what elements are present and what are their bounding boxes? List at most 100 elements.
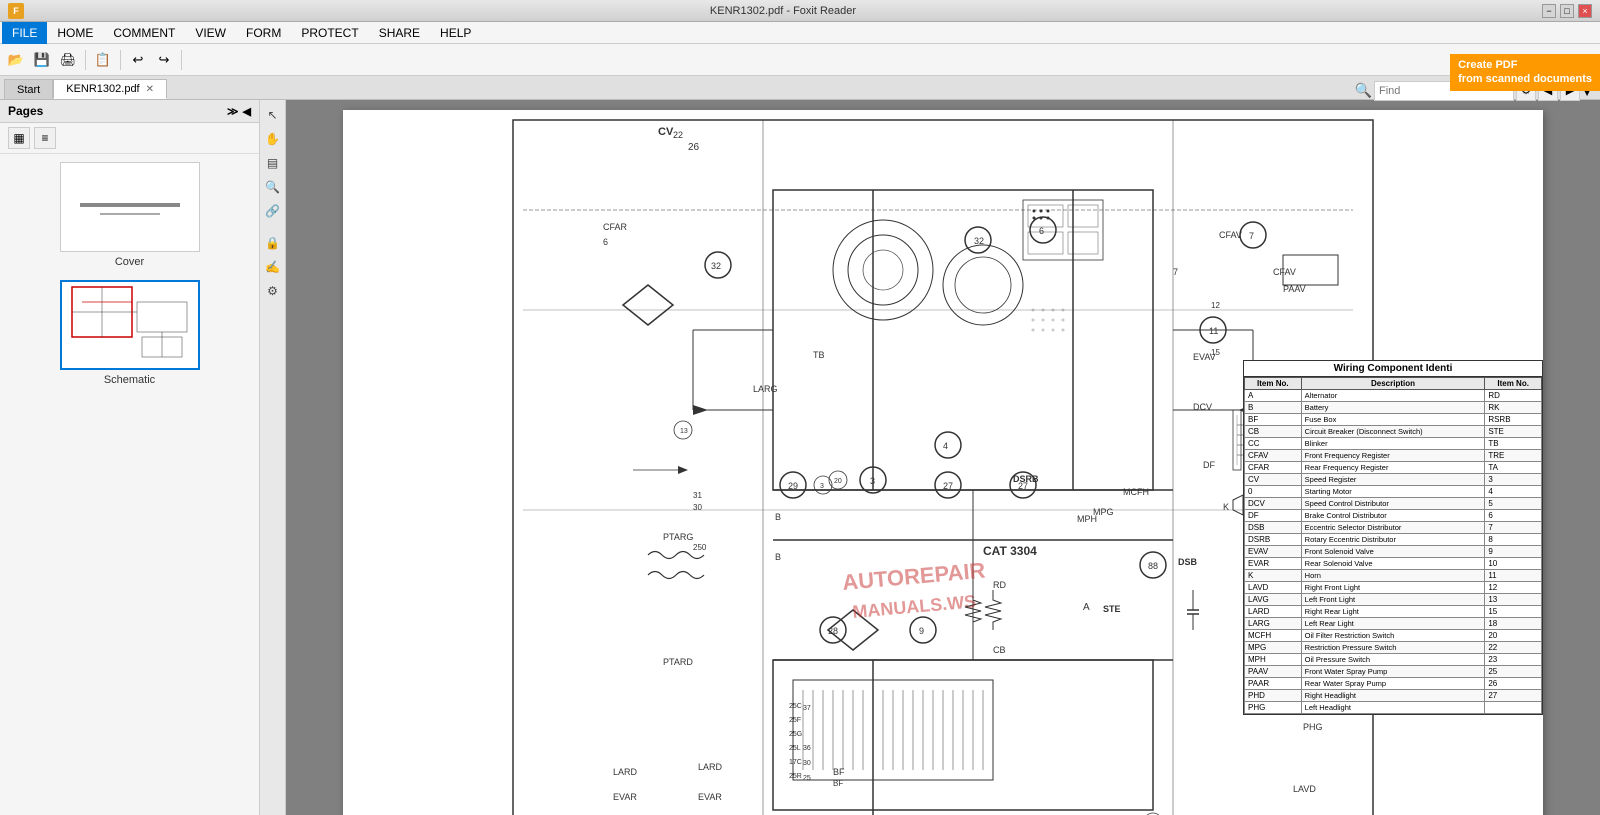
maximize-button[interactable]: □ [1560,4,1574,18]
table-cell-17-1: Left Front Light [1301,594,1485,606]
svg-text:25: 25 [803,775,811,782]
tab-pdf[interactable]: KENR1302.pdf ✕ [53,79,167,99]
svg-text:LARD: LARD [613,767,638,777]
tool-lock[interactable]: 🔒 [262,232,284,254]
table-row: MPHOil Pressure Switch23 [1245,654,1542,666]
svg-text:11: 11 [1209,326,1218,336]
menu-file[interactable]: FILE [2,22,47,44]
menu-share[interactable]: SHARE [369,22,430,44]
sidebar-pages-label: Pages [8,104,43,118]
table-cell-12-1: Rotary Eccentric Distributor [1301,534,1485,546]
component-data-table: Item No. Description Item No. AAlternato… [1244,377,1542,714]
table-cell-5-1: Front Frequency Register [1301,450,1485,462]
tab-start[interactable]: Start [4,79,53,99]
tool-select[interactable]: ▤ [262,152,284,174]
menu-home[interactable]: HOME [47,22,103,44]
table-cell-7-0: CV [1245,474,1302,486]
menu-view[interactable]: VIEW [185,22,236,44]
svg-text:25R: 25R [789,773,802,780]
component-table: Wiring Component Identi Item No. Descrip… [1243,360,1543,715]
table-cell-8-1: Starting Motor [1301,486,1485,498]
pdf-content[interactable]: CV 26 CFAR 6 LARG EVAV LAVG DSRB DCV [286,100,1600,815]
save-button[interactable]: 💾 [30,48,54,72]
table-row: DSBEccentric Selector Distributor7 [1245,522,1542,534]
table-cell-10-2: 6 [1485,510,1542,522]
copy-button[interactable]: 📋 [91,48,115,72]
svg-text:30: 30 [803,760,811,767]
sidebar-thumb-view[interactable]: ▦ [8,127,30,149]
table-cell-25-0: PHD [1245,690,1302,702]
page-thumb-schematic[interactable]: Schematic [60,280,200,386]
page-thumb-cover[interactable]: Cover [60,162,200,268]
menu-form[interactable]: FORM [236,22,291,44]
menu-comment[interactable]: COMMENT [103,22,185,44]
menu-protect[interactable]: PROTECT [291,22,368,44]
svg-text:22: 22 [673,130,683,140]
table-cell-4-2: TB [1485,438,1542,450]
sidebar-expand-icon[interactable]: ≫ [227,105,239,118]
svg-text:STE: STE [1103,604,1121,614]
svg-text:28: 28 [828,626,838,636]
table-cell-17-0: LAVG [1245,594,1302,606]
svg-text:PTARG: PTARG [663,532,693,542]
table-cell-21-2: 22 [1485,642,1542,654]
table-cell-13-2: 9 [1485,546,1542,558]
table-cell-14-1: Rear Solenoid Valve [1301,558,1485,570]
table-row: MPGRestriction Pressure Switch22 [1245,642,1542,654]
table-header-item: Item No. [1245,378,1302,390]
table-cell-13-0: EVAV [1245,546,1302,558]
svg-text:88: 88 [1148,561,1158,571]
close-button[interactable]: × [1578,4,1592,18]
title-bar: F KENR1302.pdf - Foxit Reader − □ × [0,0,1600,22]
sidebar-pages-header: Pages ≫ ◀ [0,100,259,123]
svg-text:9: 9 [919,626,924,636]
print-button[interactable]: 🖨 [56,48,80,72]
table-row: MCFHOil Filter Restriction Switch20 [1245,630,1542,642]
redo-button[interactable]: ↪ [152,48,176,72]
svg-text:25L: 25L [789,745,801,752]
open-button[interactable]: 📂 [4,48,28,72]
table-cell-23-2: 25 [1485,666,1542,678]
table-cell-4-1: Blinker [1301,438,1485,450]
table-cell-12-2: 8 [1485,534,1542,546]
table-header-desc: Description [1301,378,1485,390]
tool-signature[interactable]: ✍ [262,256,284,278]
table-cell-16-0: LAVD [1245,582,1302,594]
thumb-cover-label: Cover [115,256,144,268]
undo-button[interactable]: ↩ [126,48,150,72]
table-row: CFAVFront Frequency RegisterTRE [1245,450,1542,462]
table-cell-9-1: Speed Control Distributor [1301,498,1485,510]
table-cell-12-0: DSRB [1245,534,1302,546]
sidebar-collapse-icon[interactable]: ◀ [243,105,251,118]
table-cell-13-1: Front Solenoid Valve [1301,546,1485,558]
table-cell-6-2: TA [1485,462,1542,474]
tool-hand[interactable]: ✋ [262,128,284,150]
tool-zoom[interactable]: 🔍 [262,176,284,198]
table-cell-1-2: RK [1485,402,1542,414]
sidebar-list-view[interactable]: ≡ [34,127,56,149]
svg-text:25F: 25F [789,717,801,724]
tool-pointer[interactable]: ↖ [262,104,284,126]
table-cell-0-0: A [1245,390,1302,402]
table-cell-8-2: 4 [1485,486,1542,498]
svg-text:EVAR: EVAR [698,792,722,802]
menu-help[interactable]: HELP [430,22,481,44]
table-cell-19-1: Left Rear Light [1301,618,1485,630]
toolbar-separator-3 [181,50,182,70]
table-cell-4-0: CC [1245,438,1302,450]
svg-text:MPH: MPH [1077,514,1097,524]
tab-pdf-close[interactable]: ✕ [146,84,154,95]
table-cell-3-2: STE [1485,426,1542,438]
table-row: PAARRear Water Spray Pump26 [1245,678,1542,690]
create-pdf-banner[interactable]: Create PDF from scanned documents [1450,54,1600,91]
table-cell-26-2 [1485,702,1542,714]
minimize-button[interactable]: − [1542,4,1556,18]
table-title: Wiring Component Identi [1244,361,1542,377]
table-cell-0-1: Alternator [1301,390,1485,402]
tool-link[interactable]: 🔗 [262,200,284,222]
svg-text:LARG: LARG [753,384,778,394]
tool-settings[interactable]: ⚙ [262,280,284,302]
table-cell-5-2: TRE [1485,450,1542,462]
svg-text:250: 250 [693,543,707,552]
svg-text:DF: DF [1203,460,1215,470]
